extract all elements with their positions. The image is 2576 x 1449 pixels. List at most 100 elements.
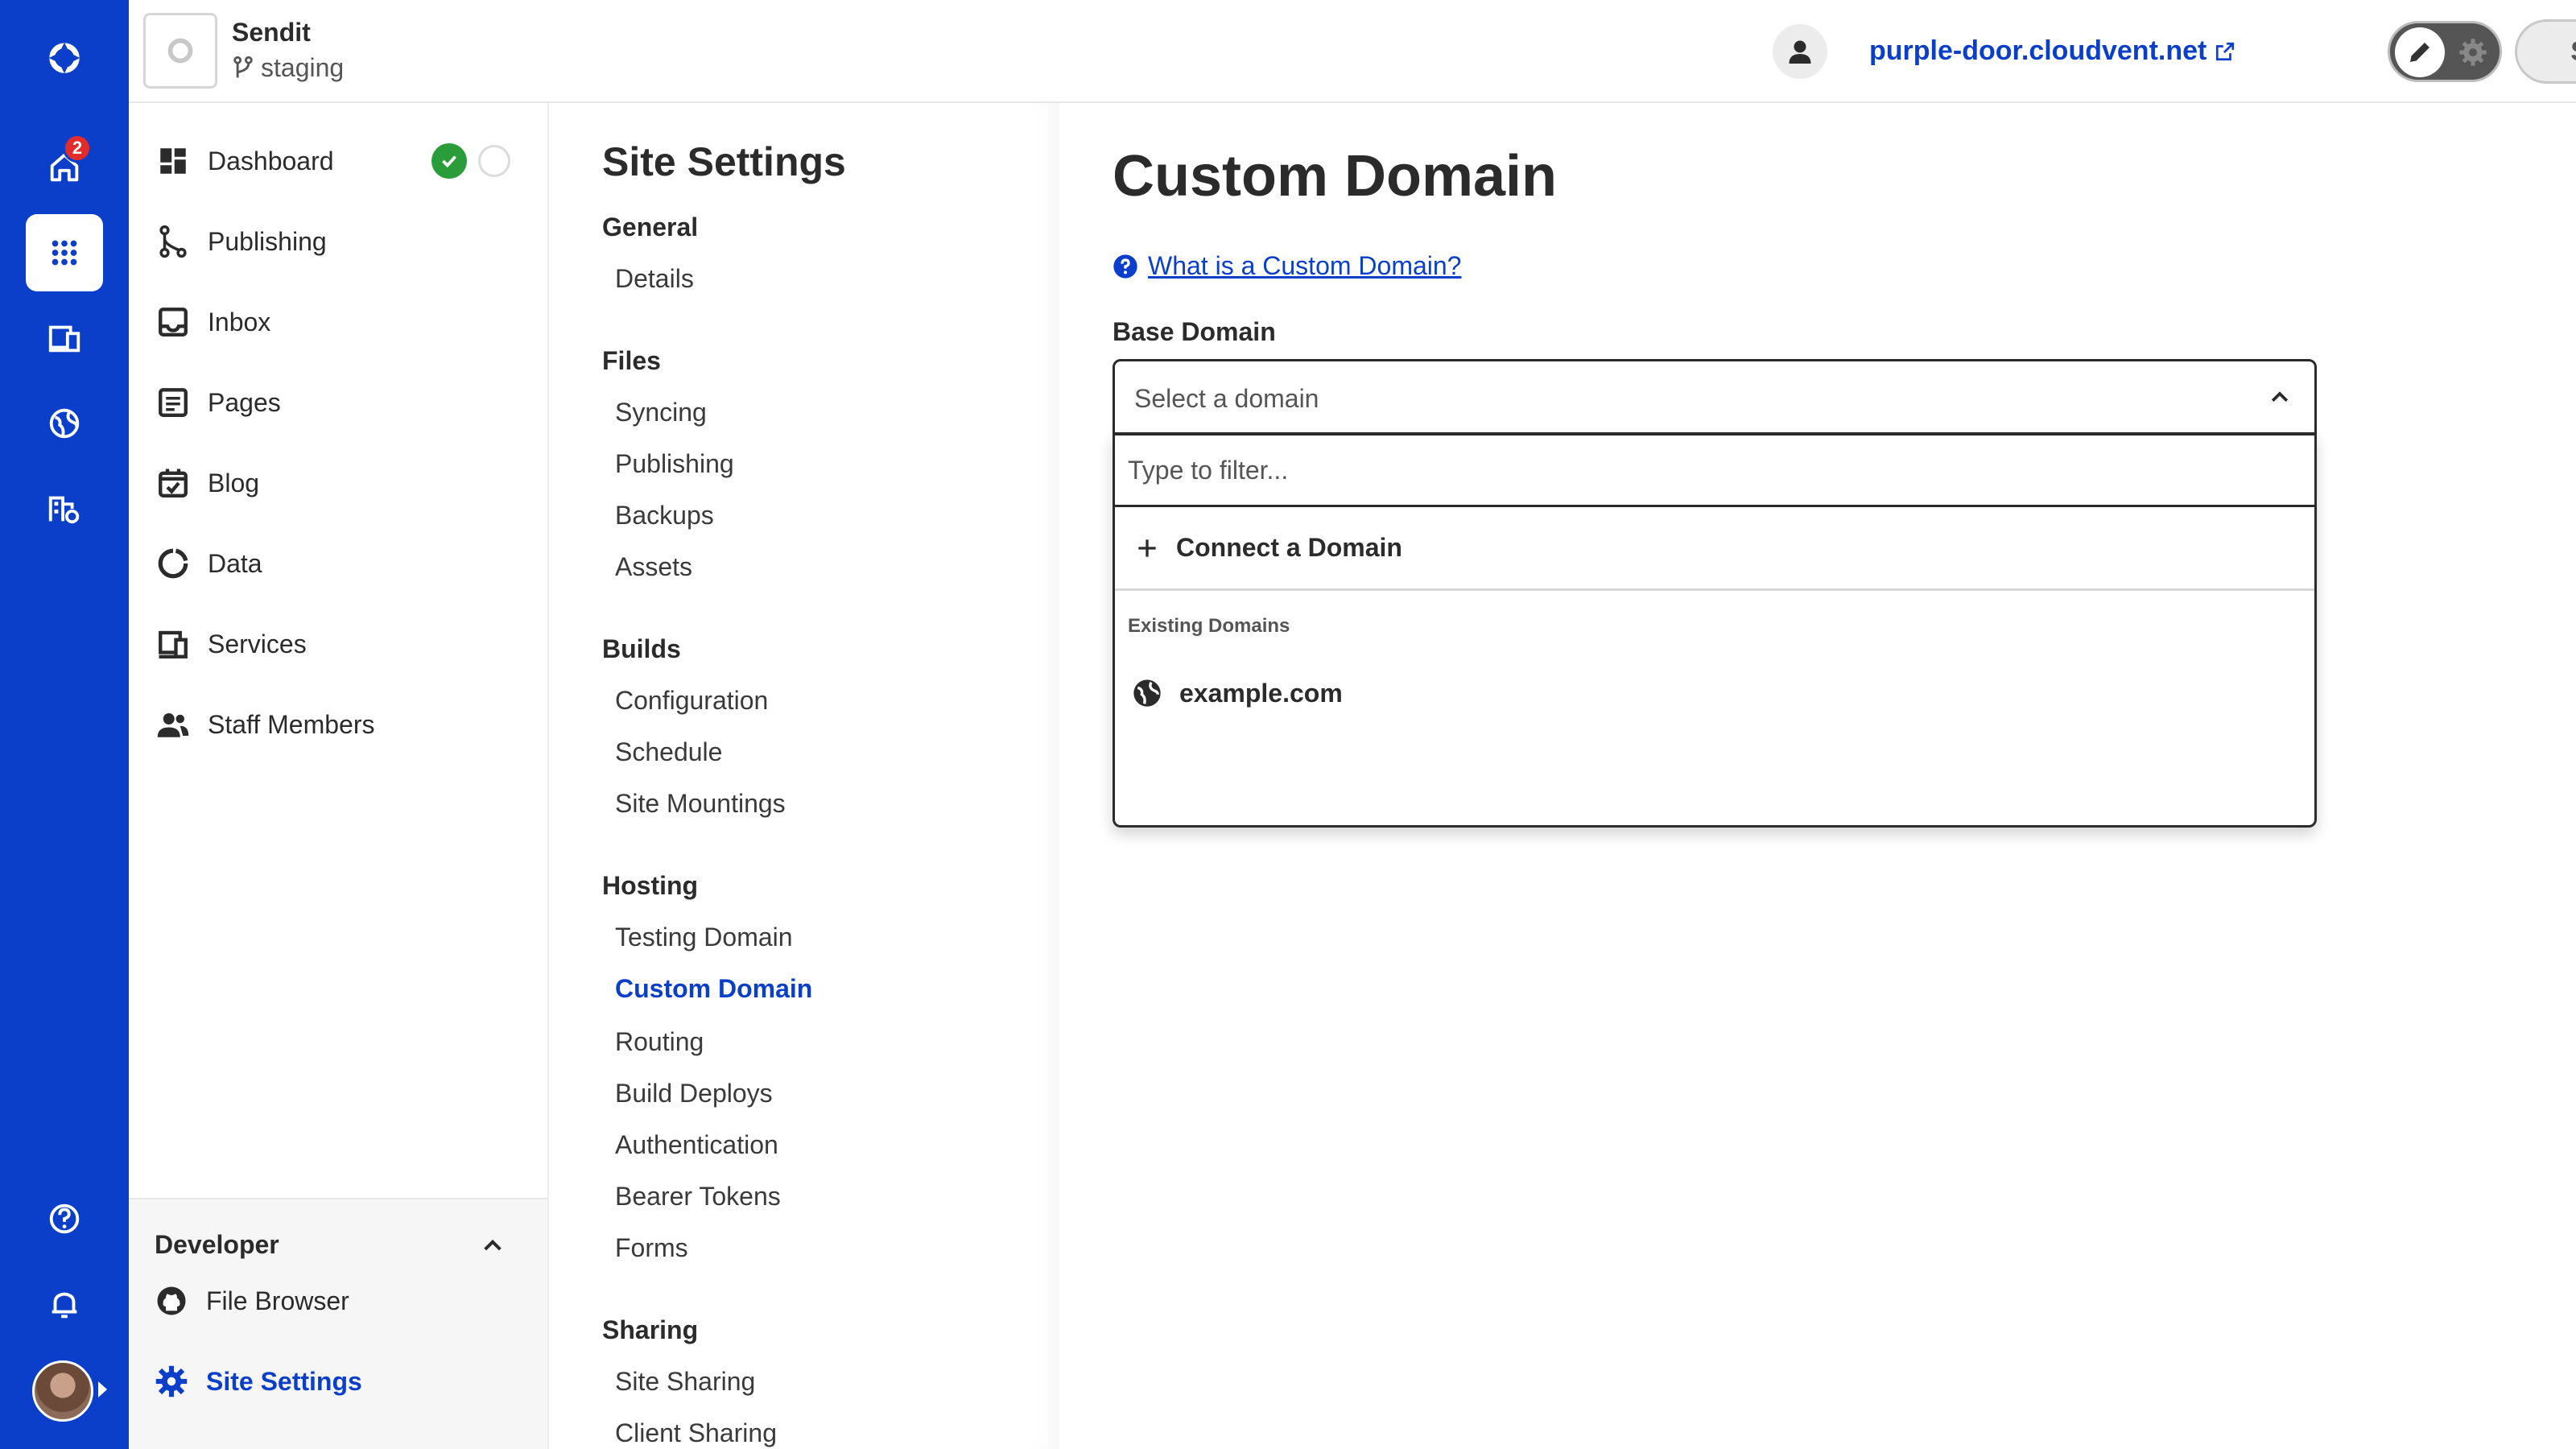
sidebar-item-staff-members[interactable]: Staff Members bbox=[156, 700, 374, 749]
settings-item-routing[interactable]: Routing bbox=[615, 1027, 704, 1057]
branch-name: staging bbox=[261, 53, 345, 82]
developer-title: Developer bbox=[155, 1230, 279, 1259]
sidebar-item-label: Site Settings bbox=[206, 1366, 362, 1396]
domain-option[interactable]: example.com bbox=[1115, 657, 2314, 729]
sidebar-item-pages[interactable]: Pages bbox=[156, 378, 281, 427]
filter-input[interactable] bbox=[1115, 436, 2314, 505]
status-circle-icon bbox=[478, 145, 510, 177]
sidebar-item-label: Pages bbox=[208, 387, 281, 417]
settings-item-configuration[interactable]: Configuration bbox=[615, 686, 768, 716]
settings-group-general: General bbox=[602, 213, 699, 242]
settings-group-hosting: Hosting bbox=[602, 871, 699, 900]
site-name: Sendit bbox=[232, 18, 311, 47]
gear-icon bbox=[155, 1365, 188, 1397]
site-url-link[interactable]: purple-door.cloudvent.net bbox=[1869, 35, 2235, 67]
sidebar-item-dashboard[interactable]: Dashboard bbox=[156, 137, 334, 185]
connect-domain-option[interactable]: Connect a Domain bbox=[1115, 507, 2314, 591]
check-circle-icon bbox=[431, 143, 467, 179]
branch-icon bbox=[233, 56, 253, 77]
globe-button[interactable] bbox=[26, 385, 103, 462]
branch-label[interactable]: staging bbox=[232, 53, 344, 83]
calendar-check-icon bbox=[159, 469, 188, 497]
settings-group-files: Files bbox=[602, 346, 661, 375]
help-link-text: What is a Custom Domain? bbox=[1148, 251, 1462, 280]
page-title: Custom Domain bbox=[1113, 144, 1558, 208]
save-button[interactable]: Save bbox=[2515, 19, 2576, 84]
app-root: 2 Sendit staging purple-door.cloudvent.n… bbox=[0, 0, 2576, 1449]
site-url-text: purple-door.cloudvent.net bbox=[1869, 35, 2207, 66]
settings-item-site-sharing[interactable]: Site Sharing bbox=[615, 1367, 755, 1397]
sidebar-item-label: Services bbox=[208, 629, 307, 658]
help-button[interactable] bbox=[26, 1180, 103, 1257]
help-link[interactable]: What is a Custom Domain? bbox=[1113, 251, 1461, 281]
chevron-up-icon[interactable] bbox=[480, 1233, 506, 1263]
connect-domain-label: Connect a Domain bbox=[1176, 533, 1402, 562]
plus-icon bbox=[1138, 539, 1156, 557]
settings-item-syncing[interactable]: Syncing bbox=[615, 398, 707, 427]
apps-button[interactable] bbox=[26, 214, 103, 291]
settings-item-authentication[interactable]: Authentication bbox=[615, 1130, 778, 1160]
logo-icon[interactable] bbox=[26, 19, 103, 97]
existing-domains-header: Existing Domains bbox=[1128, 615, 1290, 637]
sidebar-item-label: Publishing bbox=[208, 226, 327, 256]
settings-item-build-deploys[interactable]: Build Deploys bbox=[615, 1079, 773, 1108]
filter-field bbox=[1115, 433, 2314, 507]
sidebar-item-blog[interactable]: Blog bbox=[156, 459, 259, 507]
settings-item-client-sharing[interactable]: Client Sharing bbox=[615, 1418, 777, 1448]
sidebar-item-publishing[interactable]: Publishing bbox=[156, 217, 327, 266]
devices-button[interactable] bbox=[26, 299, 103, 377]
settings-item-bearer-tokens[interactable]: Bearer Tokens bbox=[615, 1182, 781, 1212]
question-circle-icon bbox=[1113, 254, 1137, 279]
publishing-icon bbox=[159, 225, 187, 258]
people-icon bbox=[157, 713, 189, 737]
help-icon bbox=[49, 1203, 80, 1234]
sidebar-item-data[interactable]: Data bbox=[156, 539, 262, 588]
site-thumbnail[interactable] bbox=[143, 13, 217, 89]
select-placeholder: Select a domain bbox=[1134, 384, 1319, 413]
settings-item-forms[interactable]: Forms bbox=[615, 1233, 688, 1263]
user-icon bbox=[1789, 40, 1811, 64]
settings-nav: Site Settings General Details Files Sync… bbox=[549, 103, 1059, 1449]
sidebar: Dashboard Publishing Inbox Pages Blog Da… bbox=[129, 103, 549, 1449]
settings-group-builds: Builds bbox=[602, 634, 681, 663]
base-domain-select[interactable]: Select a domain bbox=[1113, 359, 2317, 435]
globe-icon bbox=[1133, 679, 1161, 707]
base-domain-label: Base Domain bbox=[1113, 317, 1276, 346]
settings-group-sharing: Sharing bbox=[602, 1315, 699, 1344]
domain-option-label: example.com bbox=[1179, 678, 1343, 708]
github-icon bbox=[157, 1286, 186, 1315]
services-icon bbox=[159, 630, 188, 658]
settings-item-testing-domain[interactable]: Testing Domain bbox=[615, 923, 793, 952]
sidebar-item-label: Staff Members bbox=[208, 709, 375, 739]
caret-right-icon bbox=[98, 1381, 107, 1397]
edit-mode-toggle[interactable] bbox=[2388, 21, 2502, 82]
inbox-icon bbox=[159, 308, 188, 336]
pages-icon bbox=[159, 388, 188, 417]
settings-title: Site Settings bbox=[602, 139, 846, 184]
developer-panel: Developer File Browser Site Settings bbox=[129, 1198, 547, 1449]
pencil-icon bbox=[2395, 27, 2445, 77]
sidebar-item-services[interactable]: Services bbox=[156, 620, 307, 668]
sidebar-item-site-settings[interactable]: Site Settings bbox=[155, 1357, 362, 1406]
icon-rail: 2 bbox=[0, 0, 129, 1449]
settings-item-details[interactable]: Details bbox=[615, 264, 694, 294]
settings-item-schedule[interactable]: Schedule bbox=[615, 737, 722, 767]
settings-item-custom-domain[interactable]: Custom Domain bbox=[615, 974, 812, 1004]
settings-item-publishing[interactable]: Publishing bbox=[615, 449, 734, 479]
sidebar-item-file-browser[interactable]: File Browser bbox=[155, 1277, 349, 1325]
user-avatar[interactable] bbox=[32, 1360, 93, 1422]
account-button[interactable] bbox=[1773, 24, 1827, 79]
notifications-button[interactable] bbox=[26, 1265, 103, 1343]
sidebar-item-inbox[interactable]: Inbox bbox=[156, 298, 270, 346]
settings-item-assets[interactable]: Assets bbox=[615, 552, 692, 582]
gear-icon bbox=[2456, 35, 2490, 69]
apps-grid-icon bbox=[52, 240, 77, 266]
settings-item-site-mountings[interactable]: Site Mountings bbox=[615, 789, 786, 819]
globe-icon bbox=[49, 408, 80, 439]
bell-icon bbox=[52, 1292, 77, 1319]
main-content: Custom Domain What is a Custom Domain? B… bbox=[1059, 103, 2576, 1449]
home-button[interactable]: 2 bbox=[26, 129, 103, 206]
building-settings-button[interactable] bbox=[26, 470, 103, 547]
settings-item-backups[interactable]: Backups bbox=[615, 501, 714, 530]
sidebar-item-label: Blog bbox=[208, 468, 260, 497]
